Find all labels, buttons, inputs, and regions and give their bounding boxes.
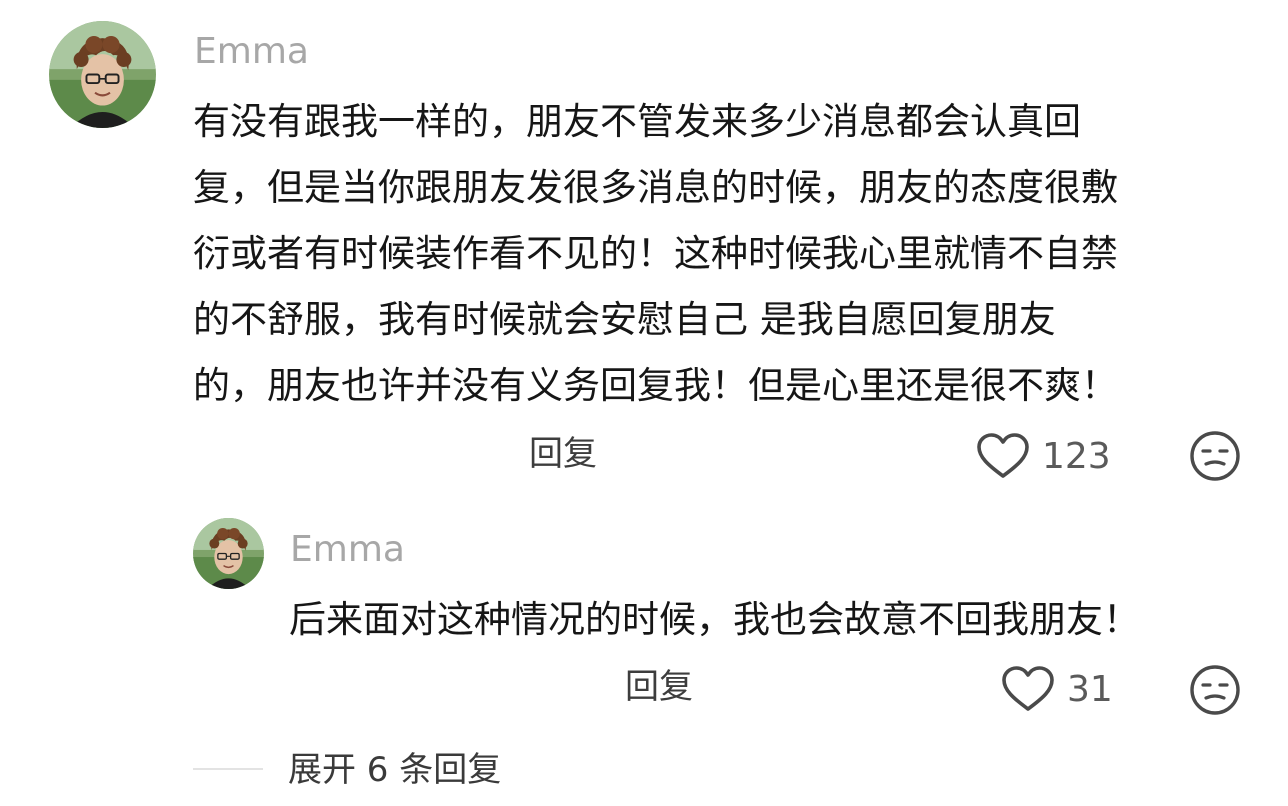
reply-username[interactable]: Emma (290, 530, 405, 570)
reply-avatar[interactable] (193, 518, 264, 589)
expand-replies-button[interactable]: 展开 6 条回复 (288, 750, 501, 790)
unamused-face-icon (1190, 665, 1240, 715)
heart-outline-icon (1002, 666, 1054, 711)
dislike-button[interactable] (1189, 430, 1241, 482)
reply-button[interactable]: 回复 (529, 434, 597, 474)
comment-line: 衍或者有时候装作看不见的！这种时候我心里就情不自禁 (193, 232, 1118, 275)
avatar-image (49, 21, 156, 128)
like-count: 123 (1042, 435, 1111, 477)
avatar-image (193, 518, 264, 589)
expand-divider (193, 768, 263, 770)
comment-text: 有没有跟我一样的，朋友不管发来多少消息都会认真回 复，但是当你跟朋友发很多消息的… (193, 89, 1118, 419)
comment-line: 的，朋友也许并没有义务回复我！但是心里还是很不爽！ (193, 364, 1118, 407)
reply-dislike-button[interactable] (1189, 664, 1241, 716)
comment-line: 有没有跟我一样的，朋友不管发来多少消息都会认真回 (193, 100, 1081, 143)
heart-outline-icon (977, 433, 1029, 478)
reply-like-button[interactable]: 31 (1001, 664, 1113, 714)
like-button[interactable]: 123 (976, 431, 1111, 481)
reply-line: 后来面对这种情况的时候，我也会故意不回我朋友！ (289, 598, 1140, 641)
avatar[interactable] (49, 21, 156, 128)
unamused-face-icon (1190, 431, 1240, 481)
comment-username[interactable]: Emma (194, 32, 309, 72)
reply-text: 后来面对这种情况的时候，我也会故意不回我朋友！ (289, 587, 1140, 653)
comment-line: 复，但是当你跟朋友发很多消息的时候，朋友的态度很敷 (193, 166, 1118, 209)
reply-like-count: 31 (1067, 668, 1113, 710)
comment-line: 的不舒服，我有时候就会安慰自己 是我自愿回复朋友 (193, 298, 1056, 341)
reply-to-reply-button[interactable]: 回复 (625, 667, 693, 707)
